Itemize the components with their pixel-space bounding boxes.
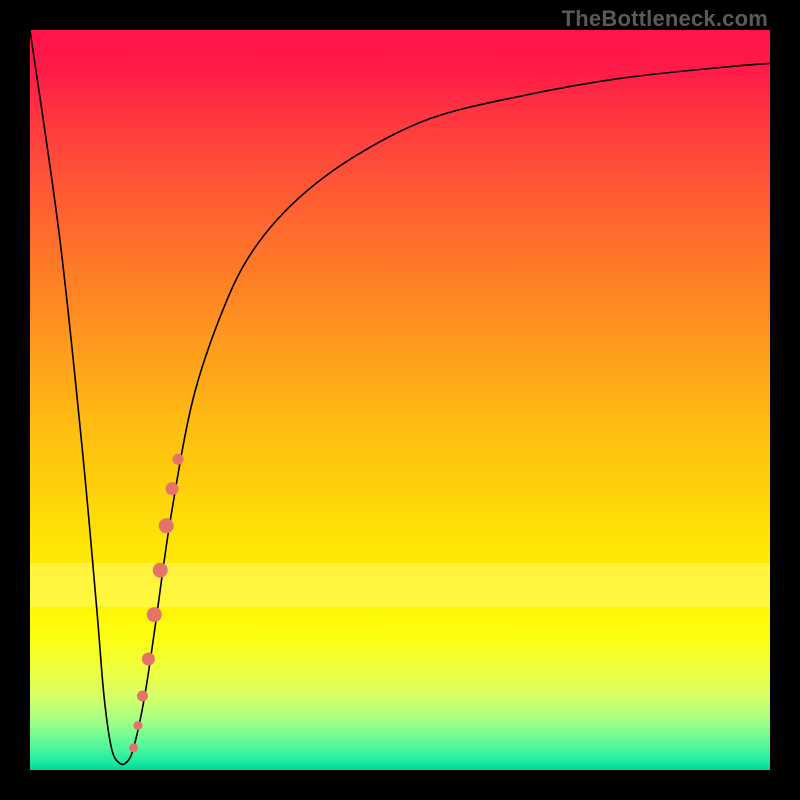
highlight-dot bbox=[134, 722, 142, 730]
chart-svg bbox=[30, 30, 770, 770]
highlight-dot bbox=[142, 653, 154, 665]
highlight-dots bbox=[130, 454, 183, 752]
highlight-dot bbox=[130, 744, 138, 752]
highlight-dot bbox=[173, 454, 183, 464]
watermark-text: TheBottleneck.com bbox=[562, 6, 768, 32]
chart-frame: TheBottleneck.com bbox=[0, 0, 800, 800]
highlight-dot bbox=[147, 608, 161, 622]
highlight-dot bbox=[153, 563, 167, 577]
highlight-dot bbox=[166, 483, 178, 495]
plot-area bbox=[30, 30, 770, 770]
highlight-dot bbox=[159, 519, 173, 533]
highlight-dot bbox=[138, 691, 148, 701]
bottleneck-curve bbox=[30, 30, 770, 764]
